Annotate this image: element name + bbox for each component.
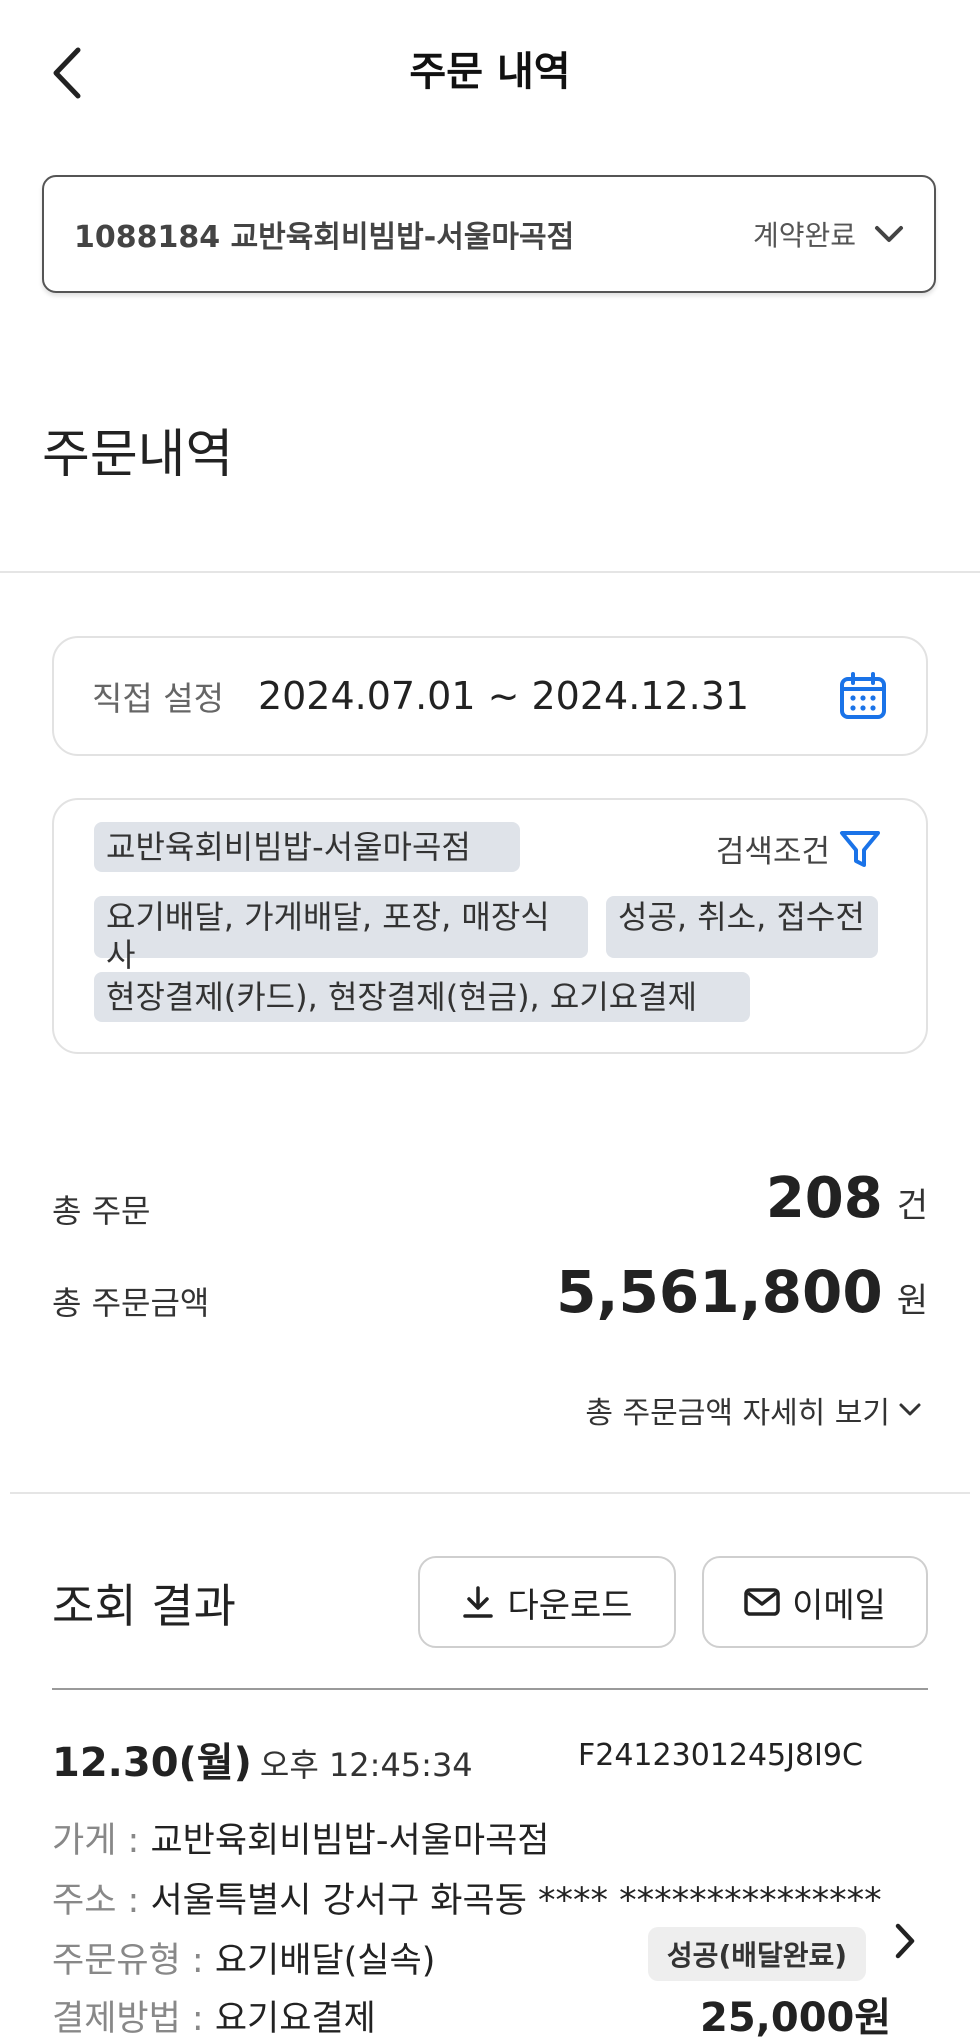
- results-title: 조회 결과: [52, 1579, 236, 1633]
- total-orders: 208 건: [766, 1166, 928, 1231]
- divider: [52, 1688, 928, 1690]
- order-type-value: 요기배달(실속): [214, 1941, 436, 1981]
- search-conditions-box[interactable]: 교반육회비빔밥-서울마곡점 검색조건 요기배달, 가게배달, 포장, 매장식사 …: [52, 798, 928, 1054]
- order-status-filter-chip: 성공, 취소, 접수전: [606, 896, 878, 958]
- divider: [0, 571, 980, 573]
- mail-icon: [744, 1588, 780, 1616]
- order-address-key: 주소 :: [52, 1881, 151, 1921]
- filter-icon: [840, 830, 880, 867]
- order-time: 오후 12:45:34: [259, 1746, 473, 1784]
- order-datetime: 12.30(월) 오후 12:45:34: [52, 1730, 473, 1788]
- total-orders-label: 총 주문: [52, 1192, 151, 1230]
- download-icon: [463, 1586, 494, 1618]
- search-conditions-label: 검색조건: [715, 834, 830, 870]
- order-payment-row: 결제방법 : 요기요결제: [52, 1990, 376, 2041]
- order-type-key: 주문유형 :: [52, 1941, 215, 1981]
- page-title: 주문 내역: [409, 49, 571, 95]
- email-label: 이메일: [792, 1585, 886, 1626]
- chevron-down-icon: [875, 226, 903, 242]
- total-amount-label: 총 주문금액: [52, 1284, 210, 1322]
- download-label: 다운로드: [507, 1585, 633, 1626]
- order-address-row: 주소 : 서울특별시 강서구 화곡동 **** ***************: [52, 1872, 882, 1923]
- chevron-down-icon: [899, 1403, 921, 1416]
- order-store-row: 가게 : 교반육회비빔밥-서울마곡점: [52, 1812, 549, 1863]
- order-store-value: 교반육회비빔밥-서울마곡점: [150, 1821, 550, 1861]
- calendar-icon[interactable]: [838, 671, 888, 721]
- payment-filter-chip: 현장결제(카드), 현장결제(현금), 요기요결제: [94, 972, 750, 1022]
- order-status-badge: 성공(배달완료): [648, 1927, 866, 1981]
- total-amount-unit: 원: [896, 1281, 928, 1321]
- total-orders-unit: 건: [896, 1186, 928, 1226]
- order-amount: 25,000원: [700, 1995, 892, 2041]
- order-id: F2412301245J8I9C: [578, 1738, 863, 1773]
- chevron-right-icon[interactable]: [890, 1920, 920, 1962]
- total-orders-value: 208: [765, 1166, 883, 1231]
- order-address-value: 서울특별시 강서구 화곡동 **** ***************: [150, 1881, 882, 1921]
- amount-detail-label: 총 주문금액 자세히 보기: [585, 1396, 890, 1431]
- section-title: 주문내역: [42, 425, 234, 485]
- order-date: 12.30(월): [52, 1740, 252, 1786]
- email-button[interactable]: 이메일: [702, 1556, 928, 1648]
- date-range-value: 2024.07.01 ~ 2024.12.31: [257, 674, 750, 718]
- date-mode-label: 직접 설정: [92, 679, 224, 718]
- store-filter-chip: 교반육회비빔밥-서울마곡점: [94, 822, 520, 872]
- total-amount-value: 5,561,800: [556, 1258, 883, 1326]
- contract-status: 계약완료: [752, 219, 856, 252]
- order-store-key: 가게 :: [52, 1821, 151, 1861]
- download-button[interactable]: 다운로드: [418, 1556, 676, 1648]
- amount-detail-toggle[interactable]: 총 주문금액 자세히 보기: [585, 1388, 922, 1432]
- store-selector[interactable]: 1088184 교반육회비빔밥-서울마곡점 계약완료: [42, 175, 936, 293]
- order-payment-key: 결제방법 :: [52, 1999, 215, 2039]
- search-conditions-button[interactable]: 검색조건: [716, 826, 882, 871]
- order-payment-value: 요기요결제: [214, 1999, 376, 2039]
- divider: [10, 1492, 970, 1494]
- date-range-picker[interactable]: 직접 설정 2024.07.01 ~ 2024.12.31: [52, 636, 928, 756]
- order-type-row: 주문유형 : 요기배달(실속): [52, 1932, 435, 1983]
- order-type-filter-chip: 요기배달, 가게배달, 포장, 매장식사: [94, 896, 588, 974]
- store-selector-name: 1088184 교반육회비빔밥-서울마곡점: [74, 220, 575, 255]
- total-amount: 5,561,800 원: [556, 1258, 928, 1326]
